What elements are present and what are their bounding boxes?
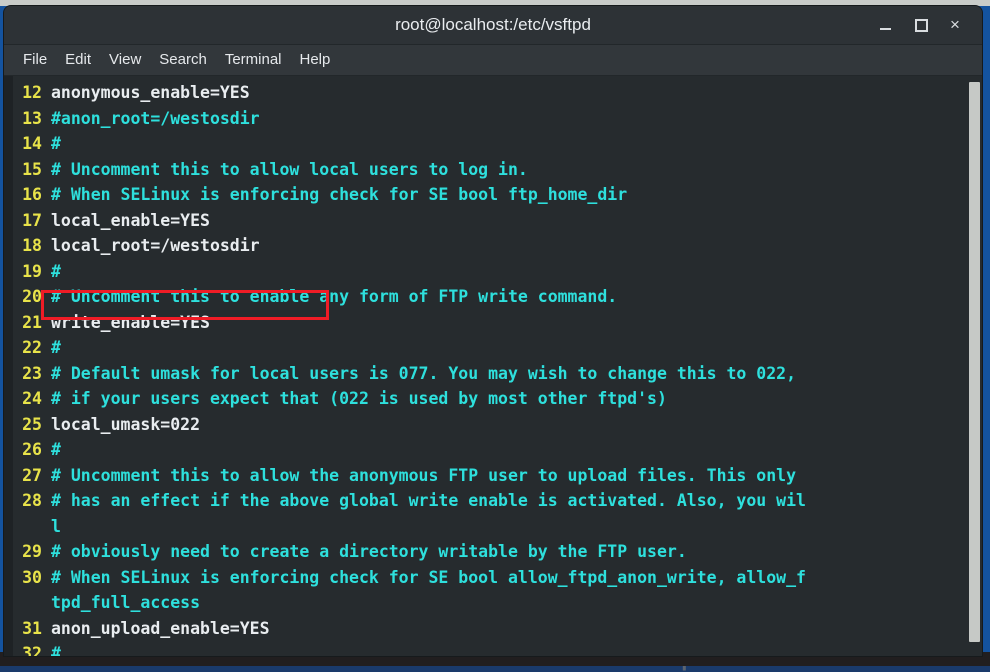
editor-line: 23 # Default umask for local users is 077… xyxy=(4,361,962,387)
editor-line: 15 # Uncomment this to allow local users … xyxy=(4,157,962,183)
menu-item-edit[interactable]: Edit xyxy=(56,45,100,75)
editor-line: 29 # obviously need to create a directory… xyxy=(4,539,962,565)
line-number: 22 xyxy=(22,338,42,357)
line-text: # xyxy=(51,134,61,153)
editor-line: 18 local_root=/westosdir xyxy=(4,233,962,259)
line-text: local_umask=022 xyxy=(51,414,201,434)
line-text: # xyxy=(51,644,61,656)
line-text: tpd_full_access xyxy=(51,593,201,612)
editor-line: 14 # xyxy=(4,131,962,157)
editor-line: tpd_full_access xyxy=(4,590,962,616)
editor-line: 32 # xyxy=(4,641,962,656)
line-number: 14 xyxy=(22,134,42,153)
window-title: root@localhost:/etc/vsftpd xyxy=(395,15,591,34)
line-text: anon_upload_enable=YES xyxy=(51,618,270,638)
editor-line: 12 anonymous_enable=YES xyxy=(4,80,962,106)
editor-line: 17 local_enable=YES xyxy=(4,208,962,234)
line-number: 21 xyxy=(22,312,42,332)
line-number: 20 xyxy=(22,287,42,306)
line-text: l xyxy=(51,516,61,536)
line-text: # When SELinux is enforcing check for SE… xyxy=(51,185,628,204)
editor-line: 30 # When SELinux is enforcing check for … xyxy=(4,565,962,591)
line-text: #anon_root=/westosdir xyxy=(51,108,260,128)
close-button[interactable]: × xyxy=(938,6,972,44)
editor-line: l xyxy=(4,514,962,540)
window-titlebar[interactable]: root@localhost:/etc/vsftpd × xyxy=(4,6,982,45)
line-text: # xyxy=(51,338,61,357)
line-number: 23 xyxy=(22,363,42,383)
line-number: 15 xyxy=(22,159,42,179)
menu-item-view[interactable]: View xyxy=(100,45,150,75)
terminal-window: root@localhost:/etc/vsftpd × File Edit Vie… xyxy=(4,6,982,656)
editor-line: 28 # has an effect if the above global wr… xyxy=(4,488,962,514)
menu-item-terminal[interactable]: Terminal xyxy=(216,45,291,75)
line-number: 16 xyxy=(22,185,42,204)
line-number: 27 xyxy=(22,465,42,485)
line-number: 26 xyxy=(22,440,42,459)
menu-item-file[interactable]: File xyxy=(14,45,56,75)
editor-line: 31 anon_upload_enable=YES xyxy=(4,616,962,642)
line-number: 31 xyxy=(22,618,42,638)
editor-line: 20 # Uncomment this to enable any form of… xyxy=(4,284,962,310)
editor-lines: 12 anonymous_enable=YES 13 #anon_root=/west… xyxy=(4,80,962,656)
editor-line: 19 # xyxy=(4,259,962,285)
line-text: # Default umask for local users is 077. … xyxy=(51,363,797,383)
editor-line: 26 # xyxy=(4,437,962,463)
line-text: # When SELinux is enforcing check for SE… xyxy=(51,567,806,587)
line-number: 28 xyxy=(22,491,42,510)
line-text: # xyxy=(51,440,61,459)
line-text: # has an effect if the above global writ… xyxy=(51,491,806,510)
line-text: local_root=/westosdir xyxy=(51,236,260,255)
line-number: 29 xyxy=(22,542,42,561)
line-text: anonymous_enable=YES xyxy=(51,83,250,102)
line-number: 19 xyxy=(22,261,42,281)
minimize-button[interactable] xyxy=(868,6,902,44)
line-number: 18 xyxy=(22,236,42,255)
editor-line: 24 # if your users expect that (022 is us… xyxy=(4,386,962,412)
line-text: write_enable=YES xyxy=(51,312,210,332)
line-number: 12 xyxy=(22,83,42,102)
maximize-icon xyxy=(914,18,928,32)
editor-line: 13 #anon_root=/westosdir xyxy=(4,106,962,132)
line-text: # xyxy=(51,261,61,281)
line-text: local_enable=YES xyxy=(51,210,210,230)
menu-item-search[interactable]: Search xyxy=(150,45,216,75)
scrollbar-thumb[interactable] xyxy=(969,82,980,642)
scrollbar-track[interactable] xyxy=(967,76,982,656)
menu-item-help[interactable]: Help xyxy=(291,45,340,75)
terminal-screen[interactable]: 12 anonymous_enable=YES 13 #anon_root=/west… xyxy=(4,76,982,656)
editor-line: 25 local_umask=022 xyxy=(4,412,962,438)
menu-bar: File Edit View Search Terminal Help xyxy=(4,45,982,76)
line-number: 32 xyxy=(22,644,42,656)
editor-line: 21 write_enable=YES xyxy=(4,310,962,336)
editor-line: 22 # xyxy=(4,335,962,361)
line-text: # Uncomment this to enable any form of F… xyxy=(51,287,618,306)
editor-line: 27 # Uncomment this to allow the anonymou… xyxy=(4,463,962,489)
line-text: # Uncomment this to allow the anonymous … xyxy=(51,465,797,485)
line-text: # if your users expect that (022 is used… xyxy=(51,389,667,408)
line-number: 24 xyxy=(22,389,42,408)
line-text: # Uncomment this to allow local users to… xyxy=(51,159,528,179)
minimize-icon xyxy=(879,28,891,31)
line-text: # obviously need to create a directory w… xyxy=(51,542,687,561)
line-number: 30 xyxy=(22,567,42,587)
line-number: 13 xyxy=(22,108,42,128)
line-number: 17 xyxy=(22,210,42,230)
editor-line: 16 # When SELinux is enforcing check for … xyxy=(4,182,962,208)
line-number: 25 xyxy=(22,414,42,434)
maximize-button[interactable] xyxy=(904,6,938,44)
